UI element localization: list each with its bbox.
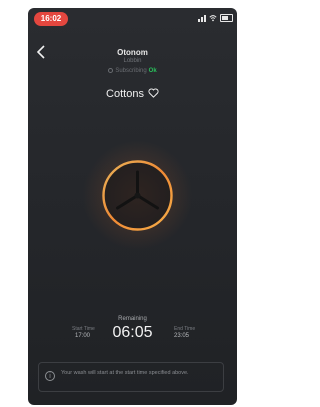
battery-icon xyxy=(220,14,233,22)
device-subtitle: Lobbin xyxy=(123,58,142,64)
status-time: 16:02 xyxy=(34,12,68,26)
end-time-label: End Time xyxy=(174,326,196,332)
connection-status: Subscribing Ok xyxy=(28,68,237,74)
connection-icon xyxy=(108,68,114,73)
status-icons xyxy=(198,13,233,23)
connection-ok: Ok xyxy=(148,68,157,75)
heart-icon[interactable] xyxy=(148,88,159,98)
info-box: i Your wash will start at the start time… xyxy=(38,362,224,392)
progress-ring xyxy=(82,140,193,251)
ring-graphic xyxy=(102,160,173,231)
end-time-value: 23:05 xyxy=(174,333,190,339)
info-icon: i xyxy=(45,371,55,381)
phone-screen: 16:02 Otonom Lobbin Subscribing Ok Cotton… xyxy=(28,8,237,405)
status-bar: 16:02 xyxy=(28,8,237,30)
signal-icon xyxy=(198,14,206,22)
program-title: Cottons xyxy=(28,88,237,100)
program-name: Cottons xyxy=(106,88,144,100)
remaining-value: 06:05 xyxy=(112,324,153,341)
timing-row: Start Time 17:00 Remaining 06:05 End Tim… xyxy=(28,314,237,348)
device-name: Otonom xyxy=(117,48,148,57)
connection-text: Subscribing xyxy=(115,68,147,75)
info-text: Your wash will start at the start time s… xyxy=(61,370,189,376)
remaining-label: Remaining xyxy=(118,316,147,322)
wifi-icon xyxy=(209,15,217,22)
